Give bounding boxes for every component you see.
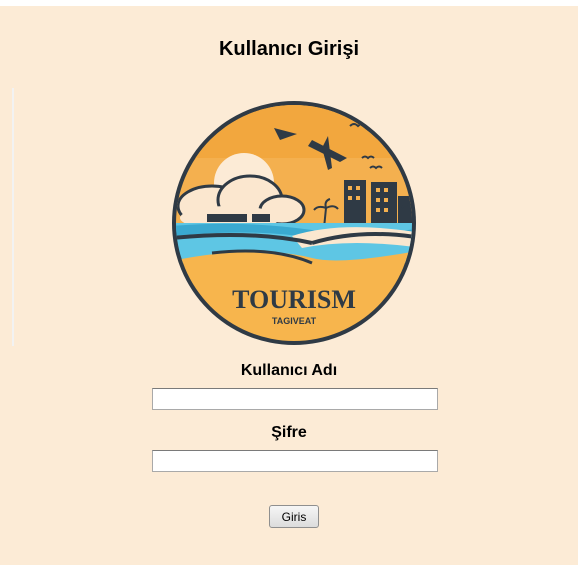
tourism-logo-icon: TOURISM TAGIVEAT bbox=[172, 101, 416, 345]
login-page: Kullanıcı Girişi TOURISM TAGIVEAT Kullan… bbox=[0, 6, 578, 565]
logo-subtext: TAGIVEAT bbox=[272, 316, 317, 326]
username-label: Kullanıcı Adı bbox=[240, 362, 338, 379]
page-title: Kullanıcı Girişi bbox=[218, 38, 360, 60]
password-input[interactable] bbox=[152, 450, 438, 472]
login-button[interactable]: Giris bbox=[269, 505, 319, 528]
logo-text: TOURISM bbox=[232, 285, 356, 314]
logo-container: TOURISM TAGIVEAT bbox=[12, 88, 572, 346]
password-label: Şifre bbox=[271, 424, 307, 441]
username-input[interactable] bbox=[152, 388, 438, 410]
